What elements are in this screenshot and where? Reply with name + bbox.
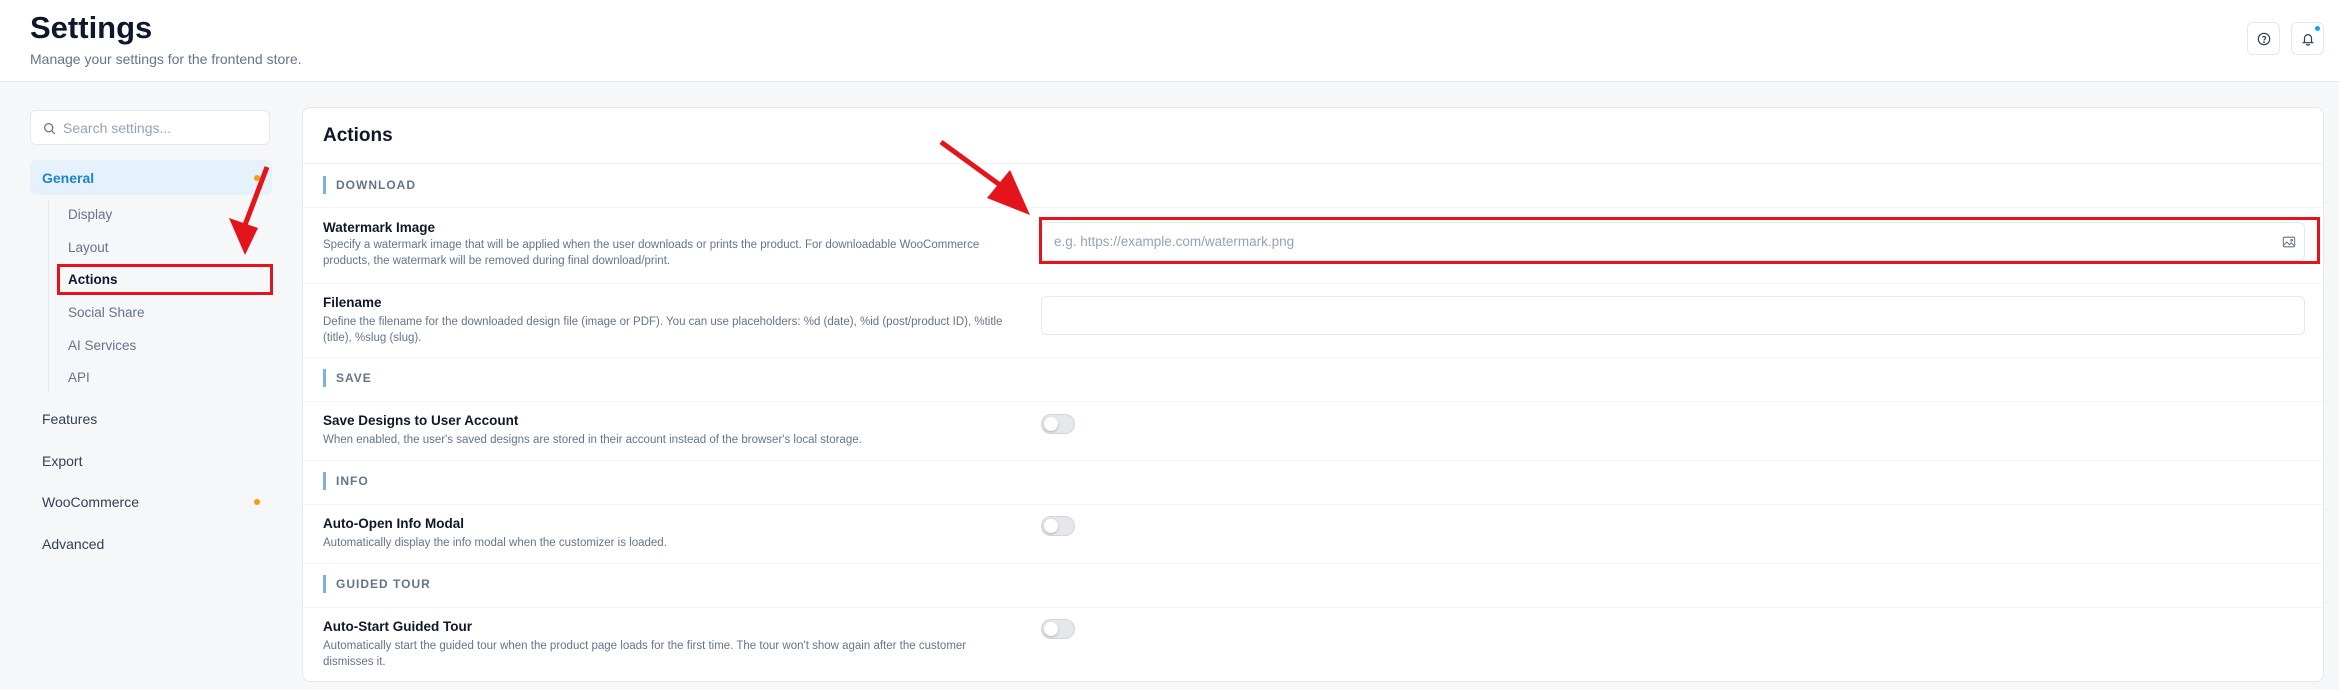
divider [303, 460, 2323, 461]
question-circle-icon [2257, 32, 2270, 45]
save-designs-toggle[interactable] [1041, 414, 1075, 434]
auto-start-tour-description: Automatically start the guided tour when… [323, 640, 967, 668]
sidebar-item-label: Features [42, 410, 98, 427]
notification-dot [2315, 26, 2320, 31]
sidebar-item-label: General [42, 169, 95, 186]
divider [303, 607, 2323, 608]
section-download: DOWNLOAD [323, 176, 416, 194]
watermark-description: Specify a watermark image that will be a… [323, 239, 980, 267]
page-title: Settings [30, 10, 153, 45]
save-designs-description: When enabled, the user's saved designs a… [323, 434, 862, 446]
divider [303, 357, 2323, 358]
sidebar-item-label: Export [42, 452, 83, 469]
toggle-knob [1044, 519, 1058, 533]
page-header: Settings Manage your settings for the fr… [0, 0, 2339, 82]
auto-start-tour-label: Auto-Start Guided Tour [323, 619, 472, 634]
toggle-knob [1044, 417, 1058, 431]
sidebar-subitem-display[interactable]: Display [58, 200, 268, 228]
submenu-guide-line [48, 200, 49, 392]
auto-open-info-description: Automatically display the info modal whe… [323, 537, 667, 549]
search-input[interactable] [63, 111, 263, 144]
help-button[interactable] [2247, 22, 2280, 55]
panel-title: Actions [323, 125, 393, 146]
sidebar-item-advanced[interactable]: Advanced [30, 526, 272, 561]
filename-field[interactable] [1041, 296, 2305, 335]
toggle-knob [1044, 622, 1058, 636]
divider [303, 283, 2323, 284]
sidebar-subitem-api[interactable]: API [58, 363, 268, 391]
sidebar-item-label: Advanced [42, 535, 105, 552]
search-icon [43, 122, 56, 135]
sidebar-item-features[interactable]: Features [30, 401, 272, 436]
section-info: INFO [323, 472, 369, 490]
divider [303, 504, 2323, 505]
section-save: SAVE [323, 369, 372, 387]
highlight-box-actions [57, 264, 273, 295]
settings-search[interactable] [30, 110, 270, 145]
sidebar-item-general[interactable]: General [30, 160, 272, 195]
auto-open-info-toggle[interactable] [1041, 516, 1075, 536]
sidebar-item-export[interactable]: Export [30, 443, 272, 478]
sidebar-subitem-layout[interactable]: Layout [58, 233, 268, 261]
sidebar-item-woocommerce[interactable]: WooCommerce [30, 484, 272, 519]
section-guided-tour: GUIDED TOUR [323, 575, 431, 593]
sidebar-subitem-ai-services[interactable]: AI Services [58, 331, 268, 359]
auto-open-info-label: Auto-Open Info Modal [323, 516, 464, 531]
status-dot [254, 175, 260, 181]
highlight-box-watermark [1039, 217, 2320, 264]
sidebar-item-label: WooCommerce [42, 493, 139, 510]
divider [303, 163, 2323, 164]
bell-icon [2301, 33, 2314, 46]
divider [303, 401, 2323, 402]
divider [303, 207, 2323, 208]
filename-label: Filename [323, 295, 382, 310]
page-subtitle: Manage your settings for the frontend st… [30, 51, 302, 67]
auto-start-tour-toggle[interactable] [1041, 619, 1075, 639]
status-dot [254, 499, 260, 505]
watermark-label: Watermark Image [323, 220, 436, 235]
sidebar-subitem-social-share[interactable]: Social Share [58, 298, 268, 326]
filename-description: Define the filename for the downloaded d… [323, 316, 1003, 344]
notifications-button[interactable] [2291, 22, 2324, 55]
settings-panel: Actions DOWNLOAD Watermark Image Specify… [302, 107, 2324, 682]
divider [303, 563, 2323, 564]
filename-input[interactable] [1054, 297, 2274, 334]
save-designs-label: Save Designs to User Account [323, 413, 519, 428]
